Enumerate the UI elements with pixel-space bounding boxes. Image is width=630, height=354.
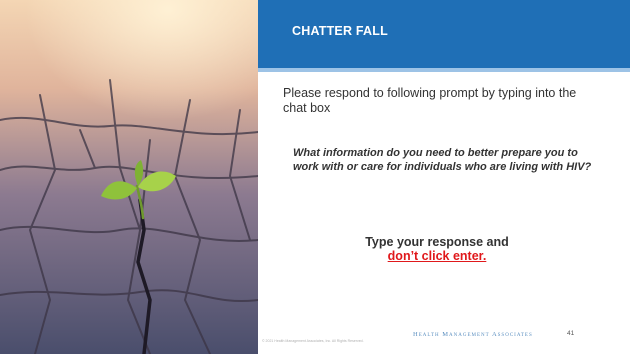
call-to-action: Type your response and don’t click enter…	[318, 235, 556, 263]
cta-warning: don’t click enter.	[387, 249, 487, 263]
seedling-photo	[0, 0, 258, 354]
seedling-in-cracked-earth-icon	[0, 0, 258, 354]
slide-title: CHATTER FALL	[292, 24, 388, 38]
footer-brand: Health Management Associates	[413, 331, 533, 338]
header-divider	[258, 68, 630, 72]
page-number: 41	[567, 330, 575, 337]
instruction-text: Please respond to following prompt by ty…	[283, 86, 577, 115]
cta-line-1: Type your response and	[365, 235, 509, 249]
discussion-prompt: What information do you need to better p…	[293, 147, 592, 173]
copyright-notice: © 2021 Health Management Associates, Inc…	[262, 339, 364, 343]
